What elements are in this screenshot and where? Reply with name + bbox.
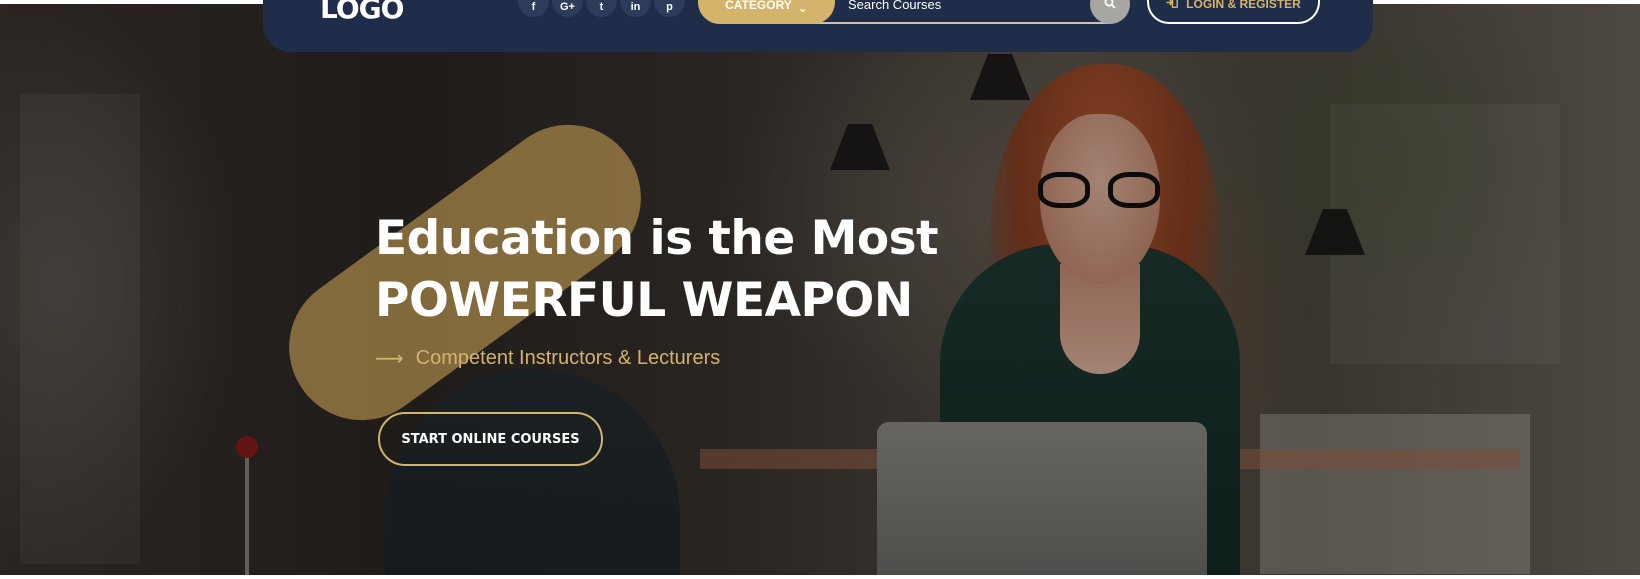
headline-line-2: POWERFUL WEAPON (375, 273, 913, 328)
navbar: LOGO f G+ t in p CATEGORY ⌄ Search Cours… (263, 0, 1373, 52)
google-plus-icon[interactable]: G+ (552, 0, 583, 17)
category-label: CATEGORY (725, 0, 792, 12)
search-button[interactable] (1090, 0, 1130, 24)
login-register-button[interactable]: LOGIN & REGISTER (1147, 0, 1320, 24)
chevron-down-icon: ⌄ (797, 1, 808, 15)
twitter-icon[interactable]: t (586, 0, 617, 17)
pinterest-icon[interactable]: p (654, 0, 685, 17)
category-dropdown[interactable]: CATEGORY ⌄ (698, 0, 835, 24)
tagline-text: Competent Instructors & Lecturers (415, 347, 721, 369)
linkedin-icon[interactable]: in (620, 0, 651, 17)
start-online-courses-button[interactable]: START ONLINE COURSES (378, 412, 603, 466)
sign-in-icon (1166, 0, 1179, 11)
headline-line-1: Education is the Most (375, 211, 939, 266)
logo[interactable]: LOGO (320, 0, 404, 25)
hero-tagline: ⟶ Competent Instructors & Lecturers (375, 346, 720, 371)
hero-headline: Education is the Most POWERFUL WEAPON (375, 208, 939, 332)
login-register-label: LOGIN & REGISTER (1186, 0, 1301, 11)
search-input[interactable] (848, 0, 1078, 16)
course-search-bar: CATEGORY ⌄ (698, 0, 1130, 24)
arrow-right-icon: ⟶ (375, 348, 404, 370)
social-links: f G+ t in p (518, 0, 685, 17)
search-icon (1104, 0, 1116, 14)
page: LOGO f G+ t in p CATEGORY ⌄ Search Cours… (0, 0, 1640, 579)
facebook-icon[interactable]: f (518, 0, 549, 17)
